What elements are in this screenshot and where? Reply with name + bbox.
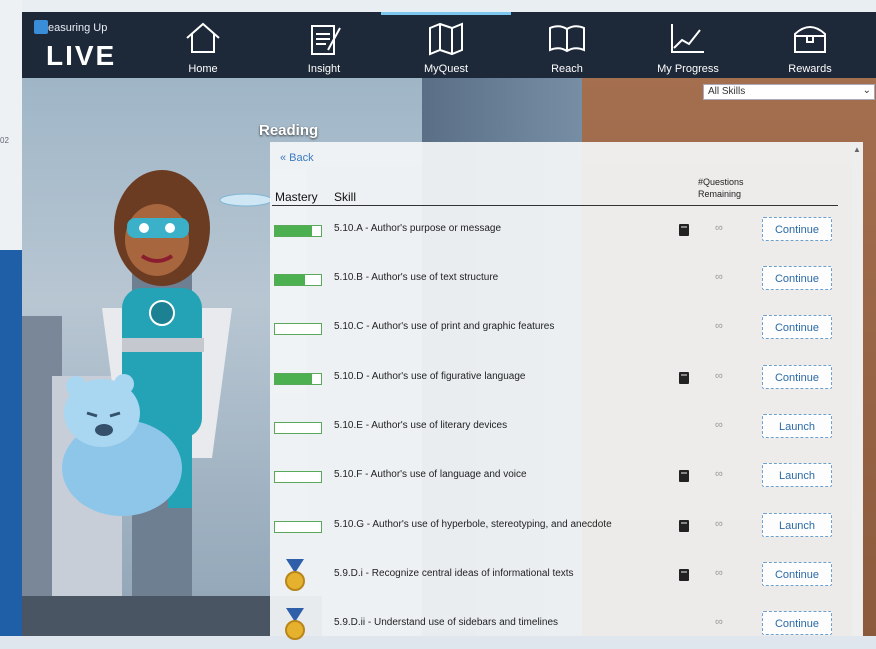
mastery-bar-fill xyxy=(275,226,312,236)
skill-row: 5.10.E - Author's use of literary device… xyxy=(272,403,838,452)
header-questions-label: #Questions Remaining xyxy=(698,176,744,200)
app-logo[interactable]: easuring Up LIVE xyxy=(30,16,140,74)
continue-button[interactable]: Continue xyxy=(762,266,832,290)
nav-myquest-label: MyQuest xyxy=(423,63,468,75)
nav-my-progress[interactable]: My Progress xyxy=(643,16,733,76)
nav-my-progress-label: My Progress xyxy=(657,63,719,75)
skill-row: 5.9.D.i - Recognize central ideas of inf… xyxy=(272,551,838,600)
book-icon[interactable] xyxy=(678,223,690,237)
book-icon[interactable] xyxy=(678,519,690,533)
skill-name: 5.10.F - Author's use of language and vo… xyxy=(334,469,527,480)
chevron-down-icon: ⌄ xyxy=(862,85,871,96)
gold-medal-icon xyxy=(285,559,305,591)
skills-filter-select[interactable]: All Skills ⌄ xyxy=(703,84,875,100)
questions-remaining: ∞ xyxy=(715,370,723,382)
questions-remaining: ∞ xyxy=(715,616,723,628)
skill-row: 5.10.D - Author's use of figurative lang… xyxy=(272,354,838,403)
nav-myquest[interactable]: MyQuest xyxy=(381,12,511,76)
house-icon xyxy=(186,22,220,53)
launch-button[interactable]: Launch xyxy=(762,513,832,537)
mastery-bar xyxy=(274,225,322,237)
continue-button[interactable]: Continue xyxy=(762,562,832,586)
nav-home[interactable]: Home xyxy=(158,16,248,76)
header-skill: Skill xyxy=(334,190,357,204)
skill-row: 5.9.D.ii - Understand use of sidebars an… xyxy=(272,600,838,649)
polar-bear-icon xyxy=(62,374,182,516)
panel-scrollbar[interactable]: ▲ xyxy=(852,145,862,636)
skills-filter-value: All Skills xyxy=(708,86,746,97)
skill-row: 5.10.B - Author's use of text structure ∞… xyxy=(272,255,838,304)
skill-name: 5.10.C - Author's use of print and graph… xyxy=(334,321,555,332)
nav-insight[interactable]: Insight xyxy=(279,16,369,76)
mastery-bar xyxy=(274,373,322,385)
line-chart-icon xyxy=(671,24,704,53)
header-mastery: Mastery xyxy=(275,190,318,204)
logo-title: LIVE xyxy=(46,40,117,71)
clipboard-icon xyxy=(311,25,341,55)
skill-row: 5.10.C - Author's use of print and graph… xyxy=(272,304,838,353)
book-icon[interactable] xyxy=(678,568,690,582)
nav-reach-label: Reach xyxy=(551,63,583,75)
nav-insight-label: Insight xyxy=(307,63,341,75)
launch-button[interactable]: Launch xyxy=(762,463,832,487)
skill-name: 5.10.D - Author's use of figurative lang… xyxy=(334,371,526,382)
scroll-up-icon[interactable]: ▲ xyxy=(852,145,862,154)
nav-rewards-label: Rewards xyxy=(788,63,832,75)
mastery-bar-fill xyxy=(275,275,305,285)
questions-remaining: ∞ xyxy=(715,468,723,480)
background-window-number: 02 xyxy=(0,136,9,145)
mastery-bar xyxy=(274,274,322,286)
book-icon[interactable] xyxy=(678,371,690,385)
logo-mark-icon xyxy=(34,20,48,34)
nav-rewards[interactable]: Rewards xyxy=(765,16,855,76)
questions-remaining: ∞ xyxy=(715,320,723,332)
nav-home-label: Home xyxy=(188,63,218,75)
map-icon xyxy=(429,22,463,56)
top-navigation-bar: easuring Up LIVE Home Insight MyQuest Re… xyxy=(22,12,876,78)
header-questions-line: #Questions xyxy=(698,177,744,187)
skill-name: 5.10.G - Author's use of hyperbole, ster… xyxy=(334,519,612,530)
continue-button[interactable]: Continue xyxy=(762,315,832,339)
floating-disc-icon xyxy=(219,193,273,207)
back-link[interactable]: « Back xyxy=(280,152,314,164)
skill-row: 5.10.A - Author's purpose or message ∞ Con… xyxy=(272,206,838,255)
skill-name: 5.10.A - Author's purpose or message xyxy=(334,223,502,234)
header-questions-remaining: #Questions Remaining xyxy=(698,176,744,200)
logo-subtitle: easuring Up xyxy=(48,22,108,34)
skill-row: 5.10.G - Author's use of hyperbole, ster… xyxy=(272,502,838,551)
continue-button[interactable]: Continue xyxy=(762,217,832,241)
launch-button[interactable]: Launch xyxy=(762,414,832,438)
mastery-bar xyxy=(274,471,322,483)
questions-remaining: ∞ xyxy=(715,518,723,530)
skill-name: 5.9.D.ii - Understand use of sidebars an… xyxy=(334,617,559,628)
questions-remaining: ∞ xyxy=(715,567,723,579)
questions-remaining: ∞ xyxy=(715,419,723,431)
treasure-chest-icon xyxy=(794,26,826,53)
skill-row: 5.10.F - Author's use of language and vo… xyxy=(272,452,838,501)
mastery-bar-fill xyxy=(275,374,312,384)
background-window-panel xyxy=(0,250,22,636)
skill-name: 5.9.D.i - Recognize central ideas of inf… xyxy=(334,568,574,579)
continue-button[interactable]: Continue xyxy=(762,611,832,635)
questions-remaining: ∞ xyxy=(715,271,723,283)
subject-title: Reading xyxy=(259,122,319,139)
mastery-bar xyxy=(274,521,322,533)
gold-medal-icon xyxy=(285,608,305,640)
background-window-strip: 02 xyxy=(0,0,22,636)
book-icon[interactable] xyxy=(678,469,690,483)
continue-button[interactable]: Continue xyxy=(762,365,832,389)
top-edge xyxy=(22,0,876,12)
questions-remaining: ∞ xyxy=(715,222,723,234)
skill-name: 5.10.E - Author's use of literary device… xyxy=(334,420,508,431)
nav-reach[interactable]: Reach xyxy=(522,16,612,76)
mastery-bar xyxy=(274,422,322,434)
mastery-bar xyxy=(274,323,322,335)
book-icon xyxy=(549,25,585,53)
header-questions-line: Remaining xyxy=(698,189,742,199)
skill-name: 5.10.B - Author's use of text structure xyxy=(334,272,499,283)
